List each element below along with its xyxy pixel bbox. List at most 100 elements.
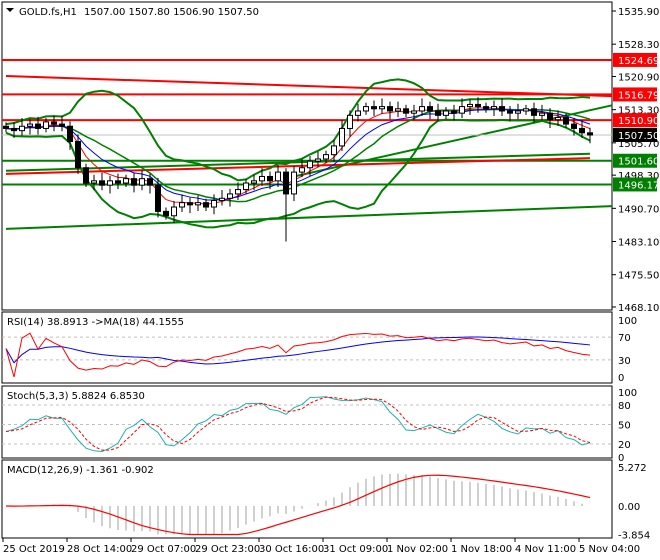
candle — [363, 106, 369, 112]
candle — [579, 127, 585, 134]
candle — [483, 106, 489, 110]
candle — [83, 167, 89, 184]
candle — [347, 114, 353, 129]
candle — [67, 125, 73, 143]
time-tick-label: 29 Oct 23:00 — [195, 544, 260, 555]
time-tick-label: 1 Nov 18:00 — [451, 544, 512, 555]
candle — [19, 125, 25, 132]
candle — [419, 106, 425, 112]
candle — [291, 171, 297, 195]
candle — [227, 193, 233, 199]
price-tick-label: 1490.70 — [618, 204, 659, 215]
candle — [99, 180, 105, 186]
candle — [3, 125, 9, 129]
candle — [275, 171, 281, 182]
stoch-tick-label: 100 — [618, 388, 637, 399]
candle — [163, 210, 169, 217]
candle — [459, 106, 465, 114]
candle — [187, 202, 193, 206]
rsi-tick-label: 100 — [618, 316, 637, 327]
candle — [315, 158, 321, 162]
candle — [411, 110, 417, 114]
price-tick-label: 1475.50 — [618, 271, 659, 282]
candle — [131, 178, 137, 186]
macd-tick-label: 5.272 — [618, 463, 647, 474]
current-price-label: 1507.50 — [618, 131, 659, 142]
price-label: 1516.79 — [618, 90, 659, 101]
candle — [59, 123, 65, 127]
time-tick-label: 30 Oct 16:00 — [259, 544, 324, 555]
time-tick-label: 4 Nov 11:00 — [515, 544, 576, 555]
candle — [571, 123, 577, 129]
candle — [75, 141, 81, 169]
macd-tick-label: -3.854 — [618, 531, 650, 542]
candle — [211, 199, 217, 208]
candle — [283, 171, 289, 195]
candle — [307, 160, 313, 169]
candle — [563, 117, 569, 125]
time-tick-label: 25 Oct 2019 — [3, 544, 65, 555]
rsi-tick-label: 0 — [618, 373, 624, 384]
chart-ohlc: 1507.00 1507.80 1506.90 1507.50 — [84, 7, 259, 18]
candle — [371, 106, 377, 110]
price-tick-label: 1468.10 — [618, 303, 659, 314]
candle — [491, 106, 497, 110]
time-tick-label: 28 Oct 14:00 — [67, 544, 132, 555]
candle — [523, 108, 529, 112]
candle — [139, 178, 145, 186]
candle — [91, 180, 97, 184]
candle — [539, 112, 545, 116]
time-tick-label: 29 Oct 07:00 — [131, 544, 196, 555]
macd-tick-label: 0.00 — [618, 502, 640, 513]
candle — [499, 106, 505, 112]
candle — [427, 106, 433, 112]
candle — [195, 202, 201, 206]
candle — [243, 182, 249, 191]
candle — [507, 110, 513, 114]
stoch-tick-label: 50 — [618, 421, 631, 432]
trading-chart[interactable]: 1535.901528.301520.901513.301505.701498.… — [0, 0, 660, 560]
rsi-tick-label: 30 — [618, 356, 631, 367]
candle — [387, 106, 393, 112]
candle — [267, 175, 273, 182]
candle — [395, 108, 401, 112]
chart-symbol: GOLD.fs,H1 — [19, 7, 77, 18]
price-label: 1496.17 — [618, 180, 659, 191]
candle — [155, 184, 161, 212]
candle — [531, 108, 537, 116]
candle — [299, 167, 305, 173]
price-label: 1501.60 — [618, 157, 659, 168]
stoch-label: Stoch(5,3,3) 5.8824 6.8530 — [7, 391, 145, 402]
price-tick-label: 1520.90 — [618, 72, 659, 83]
candle — [435, 110, 441, 116]
price-tick-label: 1535.90 — [618, 7, 659, 18]
candle — [355, 110, 361, 116]
candle — [203, 202, 209, 208]
time-tick-label: 31 Oct 09:00 — [323, 544, 388, 555]
candle — [475, 103, 481, 108]
stoch-tick-label: 80 — [618, 401, 631, 412]
candle — [43, 121, 49, 129]
candle — [35, 123, 41, 129]
candle — [171, 206, 177, 217]
candle — [179, 202, 185, 208]
candle — [27, 123, 33, 127]
time-tick-label: 1 Nov 02:00 — [387, 544, 448, 555]
candle — [51, 121, 57, 125]
price-tick-label: 1528.30 — [618, 40, 659, 51]
candle — [107, 180, 113, 186]
macd-label: MACD(12,26,9) -1.361 -0.902 — [7, 465, 154, 476]
price-tick-label: 1483.10 — [618, 238, 659, 249]
rsi-tick-label: 70 — [618, 333, 631, 344]
stoch-tick-label: 20 — [618, 440, 631, 451]
candle — [123, 178, 129, 184]
candle — [339, 127, 345, 147]
candle — [115, 180, 121, 184]
candle — [11, 127, 17, 132]
candle — [451, 110, 457, 114]
candle — [467, 103, 473, 108]
candle — [219, 197, 225, 201]
price-label: 1524.69 — [618, 56, 659, 67]
candle — [403, 108, 409, 114]
rsi-label: RSI(14) 38.8913 ->MA(18) 44.1555 — [7, 317, 184, 328]
